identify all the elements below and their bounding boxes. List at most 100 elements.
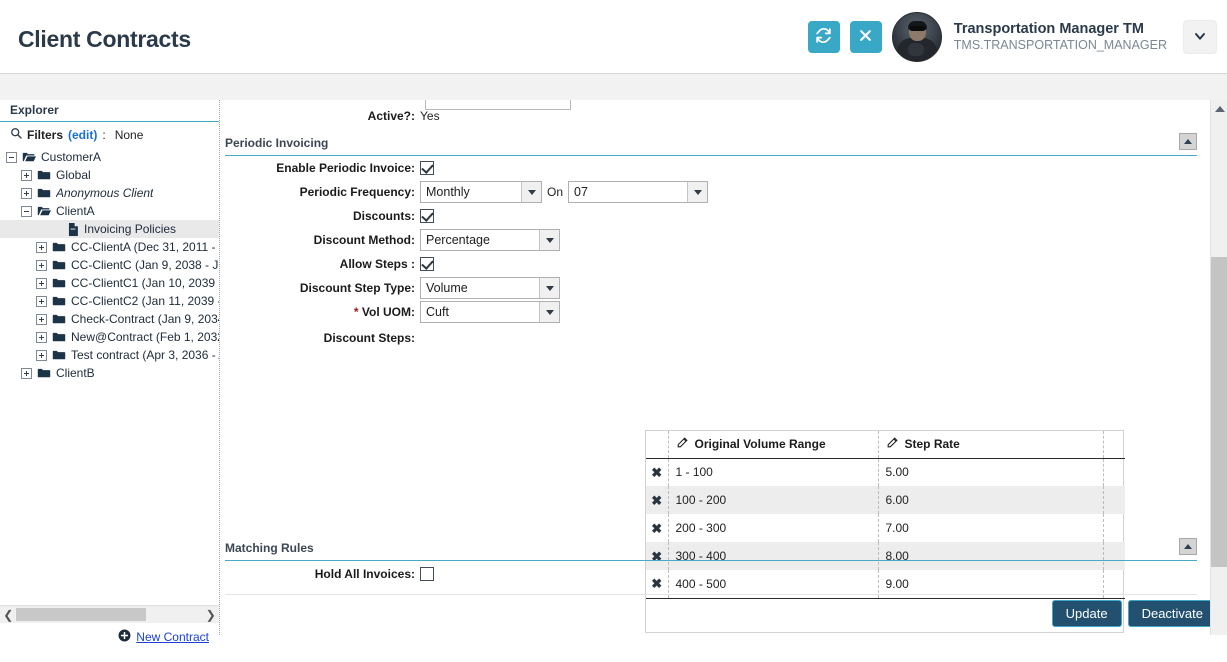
allow-steps-label: Allow Steps :: [339, 257, 415, 271]
hold-all-invoices-checkbox[interactable]: [420, 567, 434, 581]
scrollbar-thumb[interactable]: [1211, 257, 1227, 567]
close-button[interactable]: [849, 21, 882, 53]
search-icon: [10, 127, 22, 142]
periodic-frequency-select[interactable]: Monthly: [420, 181, 542, 203]
tree-node-label: ClientA: [56, 204, 95, 218]
tree-node-clientb[interactable]: ClientB: [0, 364, 219, 382]
collapse-icon[interactable]: [6, 151, 17, 163]
tree-node-test-contract-apr-3-2036-ap[interactable]: Test contract (Apr 3, 2036 - Ap: [0, 346, 219, 364]
tree-node-cc-clienta-dec-31-2011-dec[interactable]: CC-ClientA (Dec 31, 2011 - Dec: [0, 238, 219, 256]
expand-icon[interactable]: [36, 349, 47, 361]
chevron-right-icon[interactable]: ❯: [203, 606, 219, 623]
tree-node-cc-clientc2-jan-11-2039-jan[interactable]: CC-ClientC2 (Jan 11, 2039 - Jan: [0, 292, 219, 310]
new-contract-link[interactable]: New Contract: [136, 630, 209, 644]
vol-uom-label-text: Vol UOM:: [361, 305, 415, 319]
deactivate-button[interactable]: Deactivate: [1127, 600, 1217, 627]
table-header: Original Volume Range Step Rate: [646, 431, 1125, 459]
collapse-matching-button[interactable]: [1179, 538, 1197, 555]
discount-method-select[interactable]: Percentage: [420, 229, 560, 251]
filters-row: Filters (edit) : None: [0, 127, 219, 142]
footer-actions: Update Deactivate: [1051, 600, 1217, 627]
collapse-icon[interactable]: [21, 205, 32, 217]
cell-volume-range[interactable]: 1 - 100: [667, 458, 878, 486]
refresh-button[interactable]: [807, 21, 840, 53]
allow-steps-checkbox[interactable]: [420, 257, 434, 271]
filters-colon: :: [102, 127, 106, 142]
app-header: Client Contracts Transportation Manager …: [0, 0, 1227, 74]
tree-node-cc-clientc-jan-9-2038-jan-9[interactable]: CC-ClientC (Jan 9, 2038 - Jan 9,: [0, 256, 219, 274]
folder-icon: [37, 367, 51, 379]
tree-node-label: Global: [56, 168, 91, 182]
folder-icon: [52, 331, 66, 343]
delete-x-icon[interactable]: ✖: [646, 466, 668, 479]
avatar: [891, 12, 942, 62]
tree-node-label: CC-ClientA (Dec 31, 2011 - Dec: [71, 240, 219, 254]
enable-periodic-invoice-label: Enable Periodic Invoice:: [276, 161, 415, 175]
expand-icon[interactable]: [21, 367, 32, 379]
expand-icon[interactable]: [36, 295, 47, 307]
expand-icon[interactable]: [36, 313, 47, 325]
tree-node-invoicing-policies[interactable]: Invoicing Policies: [0, 220, 219, 238]
folder-icon: [52, 241, 66, 253]
expand-icon[interactable]: [21, 187, 32, 199]
enable-periodic-invoice-row: Enable Periodic Invoice:: [220, 161, 434, 175]
vol-uom-select[interactable]: Cuft: [420, 301, 560, 323]
chevron-down-icon[interactable]: [687, 182, 708, 202]
scroll-up-button[interactable]: [1211, 100, 1227, 117]
cell-step-rate[interactable]: 5.00: [877, 458, 1103, 486]
edit-pencil-icon[interactable]: [886, 436, 899, 452]
chevron-down-icon[interactable]: [539, 230, 559, 250]
tree-node-anonymous-client[interactable]: Anonymous Client: [0, 184, 219, 202]
explorer-tree: CustomerA Global Anonymous Client ClientA In…: [0, 148, 219, 628]
new-contract-row: New Contract: [0, 625, 219, 649]
chevron-down-icon[interactable]: [539, 278, 559, 298]
tree-node-clienta[interactable]: ClientA: [0, 202, 219, 220]
chevron-down-icon[interactable]: [539, 302, 559, 322]
triangle-up-icon: [1184, 139, 1192, 144]
close-icon: [858, 28, 873, 46]
tree-spacer-icon: [51, 224, 62, 235]
update-button[interactable]: Update: [1051, 600, 1122, 627]
column-header-label: Step Rate: [904, 437, 960, 452]
delete-x-icon[interactable]: ✖: [646, 577, 668, 590]
user-info: Transportation Manager TM TMS.TRANSPORTA…: [954, 20, 1167, 54]
tree-node-label: New@Contract (Feb 1, 2032 - A: [71, 330, 219, 344]
discount-step-type-select[interactable]: Volume: [420, 277, 560, 299]
sidebar-horizontal-scrollbar[interactable]: ❮ ❯: [0, 605, 219, 623]
delete-x-icon[interactable]: ✖: [646, 494, 668, 507]
enable-periodic-invoice-checkbox[interactable]: [420, 161, 434, 175]
tree-node-customera[interactable]: CustomerA: [0, 148, 219, 166]
tree-node-check-contract-jan-9-2034-j[interactable]: Check-Contract (Jan 9, 2034 - J: [0, 310, 219, 328]
user-menu-button[interactable]: [1183, 20, 1217, 54]
tree-node-global[interactable]: Global: [0, 166, 219, 184]
document-icon: [67, 222, 79, 236]
delete-x-icon[interactable]: ✖: [646, 522, 668, 535]
tree-node-cc-clientc1-jan-10-2039-jan[interactable]: CC-ClientC1 (Jan 10, 2039 - Jan: [0, 274, 219, 292]
expand-icon[interactable]: [36, 259, 47, 271]
expand-icon[interactable]: [36, 331, 47, 343]
truncated-input-above[interactable]: [425, 100, 571, 110]
discount-step-type-value: Volume: [426, 281, 468, 295]
discount-step-type-label: Discount Step Type:: [299, 281, 415, 295]
collapse-periodic-button[interactable]: [1179, 133, 1197, 150]
cell-step-rate[interactable]: 6.00: [877, 486, 1103, 514]
cell-volume-range[interactable]: 100 - 200: [667, 486, 878, 514]
folder-icon: [37, 169, 51, 181]
expand-icon[interactable]: [36, 241, 47, 253]
edit-pencil-icon[interactable]: [676, 436, 689, 452]
filters-edit-link[interactable]: (edit): [68, 128, 97, 142]
expand-icon[interactable]: [21, 169, 32, 181]
tree-node-label: Invoicing Policies: [84, 222, 177, 236]
chevron-left-icon[interactable]: ❮: [0, 606, 16, 623]
discount-step-type-row: Discount Step Type: Volume: [220, 277, 560, 299]
chevron-down-icon[interactable]: [521, 182, 541, 202]
scrollbar-thumb[interactable]: [16, 608, 146, 621]
discounts-checkbox[interactable]: [420, 209, 434, 223]
expand-icon[interactable]: [36, 277, 47, 289]
on-day-select[interactable]: 07: [568, 181, 709, 203]
active-row: Active?: Yes: [220, 109, 440, 123]
cell-value: 100 - 200: [675, 493, 727, 507]
tree-node-new-contract-feb-1-2032-a[interactable]: New@Contract (Feb 1, 2032 - A: [0, 328, 219, 346]
main-vertical-scrollbar[interactable]: [1210, 100, 1227, 635]
filters-label: Filters: [27, 127, 64, 142]
